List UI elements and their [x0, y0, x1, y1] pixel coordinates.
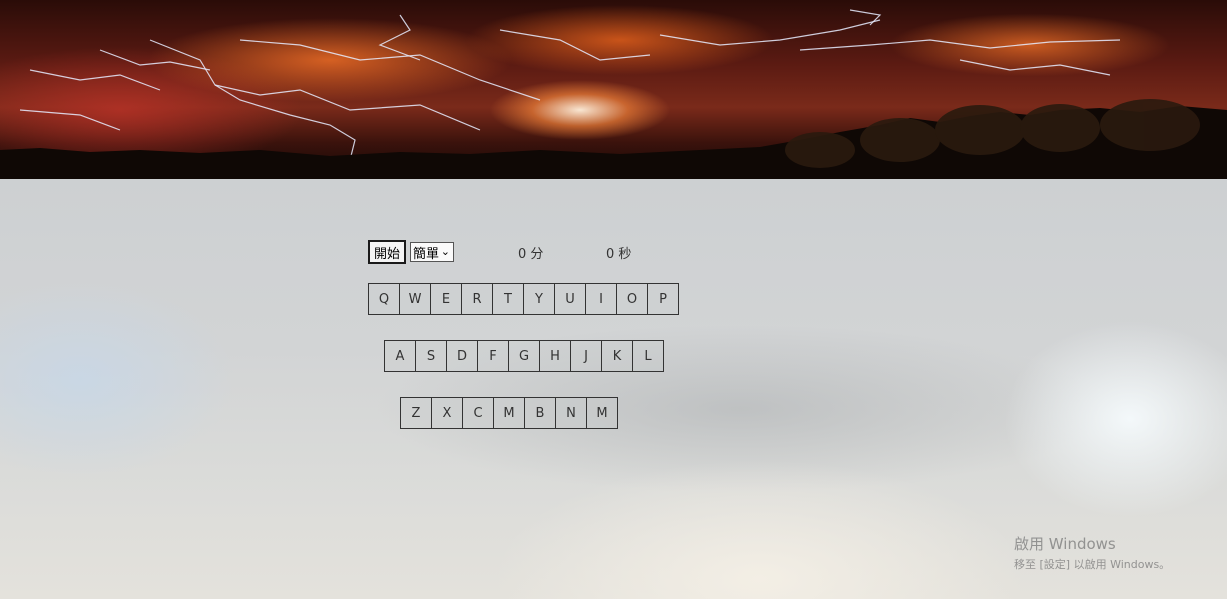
key-r[interactable]: R — [461, 283, 493, 315]
lightning-banner-image — [0, 0, 1227, 179]
key-d[interactable]: D — [446, 340, 478, 372]
key-f[interactable]: F — [477, 340, 509, 372]
key-h[interactable]: H — [539, 340, 571, 372]
key-g[interactable]: G — [508, 340, 540, 372]
watermark-title: 啟用 Windows — [1014, 535, 1116, 553]
key-z[interactable]: Z — [400, 397, 432, 429]
keyboard-row-2: A S D F G H J K L — [384, 340, 664, 372]
start-button[interactable]: 開始 — [368, 240, 406, 264]
key-a[interactable]: A — [384, 340, 416, 372]
score-display: 0 分 — [518, 247, 544, 262]
watermark-subtitle: 移至 [設定] 以啟用 Windows。 — [1014, 558, 1171, 571]
key-w[interactable]: W — [399, 283, 431, 315]
key-p[interactable]: P — [647, 283, 679, 315]
key-o[interactable]: O — [616, 283, 648, 315]
key-q[interactable]: Q — [368, 283, 400, 315]
keyboard-row-3: Z X C M B N M — [400, 397, 618, 429]
page: 開始 簡單 ⌄ 0 分 0 秒 Q W E R T Y U I O P A S … — [0, 0, 1227, 599]
key-y[interactable]: Y — [523, 283, 555, 315]
difficulty-selected-value: 簡單 — [413, 246, 440, 262]
key-k[interactable]: K — [601, 340, 633, 372]
key-t[interactable]: T — [492, 283, 524, 315]
keyboard-row-1: Q W E R T Y U I O P — [368, 283, 679, 315]
key-i[interactable]: I — [585, 283, 617, 315]
key-m-first[interactable]: M — [493, 397, 525, 429]
key-c[interactable]: C — [462, 397, 494, 429]
key-u[interactable]: U — [554, 283, 586, 315]
key-m[interactable]: M — [586, 397, 618, 429]
windows-activation-watermark: 啟用 Windows 移至 [設定] 以啟用 Windows。 — [1014, 533, 1170, 572]
key-l[interactable]: L — [632, 340, 664, 372]
lightning-bolts — [0, 9, 1227, 179]
key-j[interactable]: J — [570, 340, 602, 372]
key-b[interactable]: B — [524, 397, 556, 429]
key-n[interactable]: N — [555, 397, 587, 429]
key-x[interactable]: X — [431, 397, 463, 429]
difficulty-select[interactable]: 簡單 ⌄ — [410, 242, 454, 262]
chevron-down-icon: ⌄ — [440, 245, 450, 258]
game-controls: 開始 簡單 ⌄ 0 分 0 秒 — [368, 240, 668, 264]
key-e[interactable]: E — [430, 283, 462, 315]
timer-display: 0 秒 — [606, 247, 632, 262]
key-s[interactable]: S — [415, 340, 447, 372]
